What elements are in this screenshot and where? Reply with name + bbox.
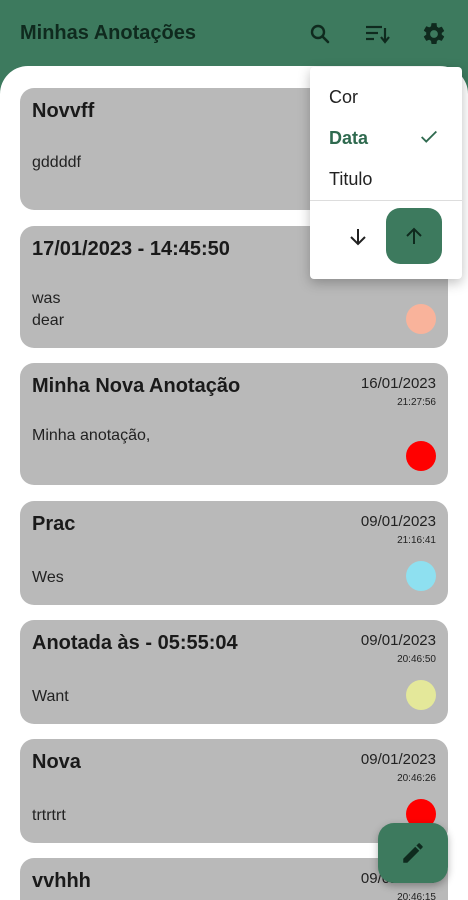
color-dot (406, 680, 436, 710)
sort-option-title[interactable]: Titulo (310, 159, 462, 199)
note-title: Novvff (32, 100, 95, 122)
note-card[interactable]: Prac 09/01/2023 21:16:41 Wes (20, 501, 448, 605)
app-bar: Minhas Anotações (0, 0, 468, 70)
sort-option-label: Cor (329, 87, 359, 107)
sort-icon (366, 25, 390, 44)
sort-option-color[interactable]: Cor (310, 77, 462, 117)
arrow-down-icon (350, 229, 366, 246)
note-time: 20:46:26 (397, 773, 436, 784)
note-body: was dear (32, 290, 65, 329)
note-title: 17/01/2023 - 14:45:50 (32, 238, 230, 260)
note-body: gddddf (32, 154, 81, 171)
note-title: Nova (32, 751, 81, 773)
note-time: 20:46:50 (397, 654, 436, 665)
sort-ascending-button[interactable] (386, 208, 442, 264)
note-body: Want (32, 688, 69, 705)
arrow-up-icon (406, 227, 422, 244)
note-title: vvhhh (32, 870, 91, 892)
note-card[interactable]: Minha Nova Anotação 16/01/2023 21:27:56 … (20, 363, 448, 485)
note-date: 09/01/2023 (360, 632, 436, 649)
sort-button[interactable] (361, 18, 393, 50)
color-dot (406, 441, 436, 471)
check-icon (421, 130, 437, 143)
color-dot (406, 561, 436, 591)
note-card[interactable]: Anotada às - 05:55:04 09/01/2023 20:46:5… (20, 620, 448, 724)
pencil-icon (403, 843, 423, 863)
note-date: 16/01/2023 (360, 375, 436, 392)
sort-option-label: Data (329, 128, 369, 148)
note-body: Wes (32, 569, 64, 586)
note-body: trtrtrt (32, 807, 66, 824)
note-time: 21:16:41 (397, 535, 436, 546)
note-title: Minha Nova Anotação (32, 375, 241, 397)
settings-button[interactable] (418, 18, 450, 50)
note-time: 20:46:15 (397, 892, 436, 900)
note-time: 21:27:56 (397, 397, 436, 408)
color-dot (406, 304, 436, 334)
note-date: 09/01/2023 (360, 751, 436, 768)
sort-descending-button[interactable] (340, 219, 376, 255)
note-title: Prac (32, 513, 76, 535)
note-title: Anotada às - 05:55:04 (32, 632, 238, 654)
note-date: 09/01/2023 (360, 513, 436, 530)
gear-icon (423, 23, 445, 44)
new-note-button[interactable] (378, 823, 448, 883)
sort-option-date[interactable]: Data (310, 118, 462, 158)
sort-option-label: Titulo (329, 169, 373, 189)
sort-menu: Cor Data Titulo (310, 67, 462, 279)
page-title: Minhas Anotações (20, 22, 196, 44)
search-icon (310, 24, 330, 44)
search-button[interactable] (304, 18, 336, 50)
note-body: Minha anotação, (32, 427, 151, 444)
menu-divider (310, 200, 462, 201)
